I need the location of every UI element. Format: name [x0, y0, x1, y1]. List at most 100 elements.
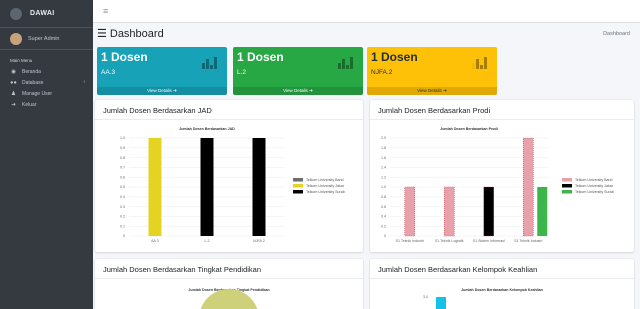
card-kk: Jumlah Dosen Berdasarkan Kelompok Keahli…: [370, 259, 634, 309]
y-tick-label: 0.2: [120, 215, 125, 219]
sidebar-item-manage-user[interactable]: ♟ Manage User: [0, 88, 93, 99]
page-title-text: Dashboard: [109, 27, 164, 40]
view-details-link[interactable]: View Details ➔: [233, 87, 363, 95]
dashboard-icon: ◉: [11, 68, 16, 75]
y-tick-label: 2.0: [381, 136, 386, 140]
view-details-link[interactable]: View Details ➔: [367, 87, 497, 95]
user-panel[interactable]: Super Admin: [0, 28, 93, 50]
view-details-link[interactable]: View Details ➔: [97, 87, 227, 95]
user-gear-icon: ♟: [11, 90, 16, 97]
brand-name: DAWAI: [30, 10, 55, 17]
stat-box-l2: 1 Dosen L.2 View Details ➔: [233, 47, 363, 95]
y-tick-label: 0.1: [120, 224, 125, 228]
card-jad: Jumlah Dosen Berdasarkan JAD Jumlah Dose…: [95, 100, 363, 252]
y-tick-label: 0.4: [120, 195, 125, 199]
y-tick-label: 0.8: [381, 195, 386, 199]
view-details-label: View Details: [147, 88, 172, 93]
stat-count: 1 Dosen: [371, 50, 418, 64]
y-tick-label: 1.0: [120, 136, 125, 140]
legend-label: Telkom University Jakar: [306, 184, 345, 188]
y-tick-label: 1.6: [381, 156, 386, 160]
y-tick-label: 1.0: [381, 185, 386, 189]
card-header-pendidikan: Jumlah Dosen Berdasarkan Tingkat Pendidi…: [95, 259, 363, 279]
chart-bar: [404, 186, 416, 237]
chart-title: Jumlah Dosen Berdasarkan Kelompok Keahli…: [461, 288, 543, 292]
legend-swatch: [562, 178, 572, 182]
sidebar-item-label: Keluar: [22, 101, 37, 108]
users-icon: ●●: [10, 79, 17, 86]
arrow-circle-right-icon: ➔: [173, 88, 177, 93]
x-tick-label: AA.3: [151, 239, 159, 243]
user-name[interactable]: Super Admin: [28, 36, 60, 42]
y-tick-label: 0.8: [120, 156, 125, 160]
list-icon: ☰: [97, 28, 107, 40]
card-pendidikan: Jumlah Dosen Berdasarkan Tingkat Pendidi…: [95, 259, 363, 309]
sidebar-item-label: Database: [22, 79, 44, 86]
y-tick-label: 0.5: [120, 185, 125, 189]
stat-count: 1 Dosen: [237, 50, 284, 64]
legend-swatch: [562, 190, 572, 194]
chart-bar-icon: [338, 57, 353, 69]
chart-prodi: Jumlah Dosen Berdasarkan Prodi 0 0.2 0.4 0.6…: [381, 127, 614, 243]
legend-label: Telkom University Surab: [575, 190, 614, 194]
x-tick-label: S1 Teknik Industri: [396, 239, 424, 243]
x-tick-label: L.2: [205, 239, 210, 243]
x-tick-label: S1 Teknik Logistik: [435, 239, 464, 243]
chart-kk: Jumlah Dosen Berdasarkan Kelompok Keahli…: [423, 288, 543, 309]
top-navbar: ≡: [93, 0, 640, 23]
sidebar-item-database[interactable]: ●● Database ‹: [0, 77, 93, 88]
chart-bar-icon: [472, 57, 487, 69]
chevron-left-icon: ‹: [83, 79, 85, 85]
y-tick-label: 0.6: [381, 205, 386, 209]
card-header-prodi: Jumlah Dosen Berdasarkan Prodi: [370, 100, 634, 120]
y-tick-label: 0: [384, 234, 386, 238]
chart-bar: [252, 138, 266, 236]
sidebar-item-label: Manage User: [22, 90, 53, 97]
y-tick-label: 0.3: [120, 205, 125, 209]
stat-box-aa3: 1 Dosen AA.3 View Details ➔: [97, 47, 227, 95]
legend-swatch: [562, 184, 572, 188]
page-title: ☰ Dashboard: [97, 27, 164, 41]
chart-title: Jumlah Dosen Berdasarkan JAD: [179, 127, 235, 131]
y-tick-label: 0.4: [381, 215, 386, 219]
view-details-label: View Details: [417, 88, 442, 93]
chart-bar: [148, 138, 162, 236]
stat-label: AA.3: [101, 69, 116, 76]
stat-label: NJFA.2: [371, 69, 393, 76]
hamburger-icon[interactable]: ≡: [103, 6, 108, 16]
chart-bar: [436, 297, 446, 309]
sidebar-item-beranda[interactable]: ◉ Beranda: [0, 66, 93, 77]
y-tick-label: 0.6: [120, 175, 125, 179]
legend-label: Telkom University Band: [306, 178, 344, 182]
arrow-circle-right-icon: ➔: [309, 88, 313, 93]
avatar: [10, 32, 22, 45]
chart-bar: [200, 138, 214, 236]
chart-jad: Jumlah Dosen Berdasarkan JAD 0 0.1 0.2 0.3 0.…: [120, 127, 345, 243]
legend-swatch: [293, 190, 303, 194]
card-header-kk: Jumlah Dosen Berdasarkan Kelompok Keahli…: [370, 259, 634, 279]
card-prodi: Jumlah Dosen Berdasarkan Prodi Jumlah Do…: [370, 100, 634, 252]
chart-bar: [537, 187, 548, 236]
stat-count: 1 Dosen: [101, 50, 148, 64]
y-tick-label: 3.0: [423, 295, 428, 299]
y-tick-label: 1.8: [381, 146, 386, 150]
y-tick-label: 0.9: [120, 146, 125, 150]
pie-slice: [200, 289, 258, 309]
chart-bar: [483, 186, 495, 237]
card-header-jad: Jumlah Dosen Berdasarkan JAD: [95, 100, 363, 120]
view-details-label: View Details: [283, 88, 308, 93]
brand-logo: [10, 7, 22, 20]
stat-box-njfa2: 1 Dosen NJFA.2 View Details ➔: [367, 47, 497, 95]
brand[interactable]: DAWAI: [0, 0, 93, 28]
chart-bar: [443, 186, 455, 237]
sidebar-item-keluar[interactable]: ➜ Keluar: [0, 99, 93, 110]
sidebar-item-label: Beranda: [22, 68, 41, 75]
x-tick-label: S1 Teknik Industri: [514, 239, 542, 243]
legend-label: Telkom University Band: [575, 178, 613, 182]
chart-bar: [522, 137, 534, 237]
y-tick-label: 1.4: [381, 166, 386, 170]
nav-header: Main Menu: [10, 58, 33, 63]
x-tick-label: NJFA.2: [253, 239, 265, 243]
stat-label: L.2: [237, 69, 247, 76]
breadcrumb[interactable]: Dashboard: [603, 31, 630, 37]
